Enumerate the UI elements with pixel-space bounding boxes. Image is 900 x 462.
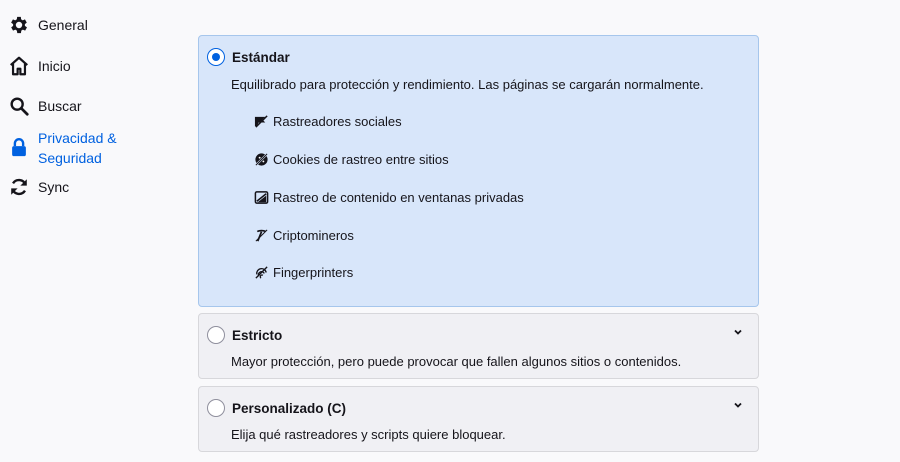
- sidebar-item-inicio[interactable]: Inicio: [8, 55, 183, 77]
- sidebar-item-buscar[interactable]: Buscar: [8, 95, 183, 117]
- sidebar-item-label: Sync: [38, 179, 70, 195]
- sidebar-item-general[interactable]: General: [8, 14, 183, 36]
- tracker-item: Criptomineros: [254, 228, 354, 243]
- fingerprint-icon: [254, 265, 269, 280]
- lock-icon: [8, 136, 30, 158]
- tracker-label: Criptomineros: [273, 228, 354, 243]
- tracker-label: Cookies de rastreo entre sitios: [273, 152, 449, 167]
- standard-option-header[interactable]: Estándar: [207, 48, 290, 66]
- custom-title: Personalizado (C): [232, 400, 347, 416]
- strict-title: Estricto: [232, 327, 283, 343]
- chevron-down-icon[interactable]: [732, 399, 744, 411]
- custom-option-header[interactable]: Personalizado (C): [207, 399, 346, 417]
- strict-description: Mayor protección, pero puede provocar qu…: [231, 354, 682, 369]
- tracker-item: Rastreadores sociales: [254, 114, 402, 129]
- standard-description: Equilibrado para protección y rendimient…: [231, 77, 704, 92]
- cookie-icon: [254, 152, 269, 167]
- search-icon: [8, 95, 30, 117]
- standard-title: Estándar: [232, 49, 290, 65]
- custom-radio[interactable]: [207, 399, 225, 417]
- tracker-label: Rastreadores sociales: [273, 114, 402, 129]
- sidebar-item-label: Privacidad & Seguridad: [38, 130, 117, 166]
- content-tracker-icon: [254, 190, 269, 205]
- tracker-label: Fingerprinters: [273, 265, 354, 280]
- tracker-item: Rastreo de contenido en ventanas privada…: [254, 190, 524, 205]
- sidebar-item-label: Inicio: [38, 58, 71, 74]
- home-icon: [8, 55, 30, 77]
- tracker-label: Rastreo de contenido en ventanas privada…: [273, 190, 524, 205]
- sidebar: General Inicio Buscar Privacidad & Segur…: [0, 0, 190, 462]
- sidebar-item-label: Buscar: [38, 98, 82, 114]
- sync-icon: [8, 176, 30, 198]
- gear-icon: [8, 14, 30, 36]
- sidebar-item-sync[interactable]: Sync: [8, 176, 183, 198]
- custom-option-card[interactable]: Personalizado (C) Elija qué rastreadores…: [198, 386, 759, 452]
- sidebar-item-privacidad[interactable]: Privacidad & Seguridad: [8, 127, 183, 168]
- sidebar-item-label: General: [38, 17, 88, 33]
- tracker-item: Cookies de rastreo entre sitios: [254, 152, 449, 167]
- cryptominer-icon: [254, 228, 269, 243]
- standard-radio[interactable]: [207, 48, 225, 66]
- strict-radio[interactable]: [207, 326, 225, 344]
- tracker-item: Fingerprinters: [254, 265, 353, 280]
- social-tracker-icon: [254, 114, 269, 129]
- standard-option-card[interactable]: Estándar Equilibrado para protección y r…: [198, 35, 759, 307]
- strict-option-header[interactable]: Estricto: [207, 326, 282, 344]
- custom-description: Elija qué rastreadores y scripts quiere …: [231, 427, 506, 442]
- chevron-down-icon[interactable]: [732, 326, 744, 338]
- strict-option-card[interactable]: Estricto Mayor protección, pero puede pr…: [198, 313, 759, 379]
